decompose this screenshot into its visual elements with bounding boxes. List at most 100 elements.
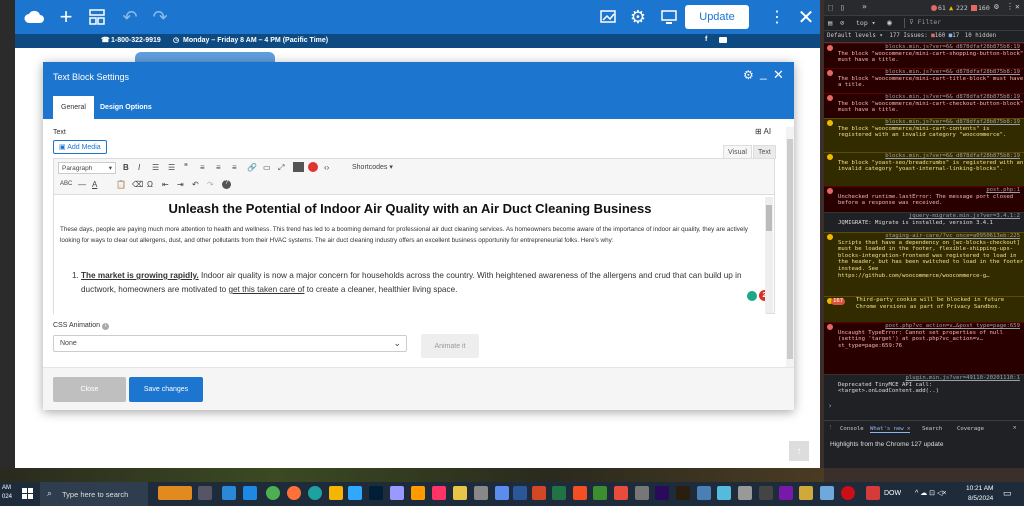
devtools-settings-icon[interactable]: ⚙: [994, 2, 999, 11]
grammar-check-icon[interactable]: [747, 291, 757, 301]
eye-icon[interactable]: ◉: [887, 18, 892, 27]
source-link[interactable]: blocks.min.js?ver=6&_d878dfaf28b875b8:19: [838, 69, 1024, 76]
taskbar-app-icon[interactable]: [717, 486, 731, 500]
default-levels-dropdown[interactable]: Default levels ▾: [827, 33, 883, 39]
scroll-to-top-button[interactable]: ↑: [789, 441, 809, 461]
close-button[interactable]: Close: [53, 377, 126, 402]
toolbar-toggle-icon[interactable]: [293, 162, 304, 172]
inspect-icon[interactable]: ⬚: [828, 3, 833, 12]
word-icon[interactable]: [513, 486, 527, 500]
opera-icon[interactable]: [841, 486, 855, 500]
tab-design-options[interactable]: Design Options: [92, 96, 160, 119]
console-prompt[interactable]: ›: [828, 402, 832, 410]
paste-text-icon[interactable]: 📋: [116, 180, 126, 189]
taskbar-app-icon[interactable]: [697, 486, 711, 500]
source-link[interactable]: staging-air-care/?vc_once=a0950613eb:225: [838, 233, 1024, 240]
drawer-menu-icon[interactable]: ⋮: [828, 425, 834, 431]
bullet-list-icon[interactable]: ☰: [152, 163, 159, 172]
info-icon[interactable]: i: [102, 323, 110, 330]
task-view-icon[interactable]: [198, 486, 212, 500]
horizontal-line-icon[interactable]: —: [78, 180, 86, 189]
photoshop-icon[interactable]: [348, 486, 362, 500]
italic-icon[interactable]: I: [138, 163, 140, 172]
firefox-icon[interactable]: [287, 486, 301, 500]
tab-text[interactable]: Text: [753, 145, 776, 159]
console-message[interactable]: post.php:1 Unchecked runtime.lastError: T…: [824, 186, 1024, 212]
device-toggle-icon[interactable]: ▯: [840, 3, 845, 12]
fullscreen-icon[interactable]: ⤢: [278, 163, 284, 173]
editor-content[interactable]: Unleash the Potential of Indoor Air Qual…: [54, 196, 766, 314]
after-effects-icon[interactable]: [390, 486, 404, 500]
source-link[interactable]: post.php:1: [838, 187, 1024, 194]
redo-icon[interactable]: ↷: [149, 6, 171, 28]
facebook-icon[interactable]: f: [705, 36, 707, 43]
taskbar-app-icon[interactable]: [799, 486, 813, 500]
update-button[interactable]: Update: [685, 5, 749, 29]
clear-console-icon[interactable]: ⊘: [840, 19, 844, 27]
taskbar-app-icon[interactable]: [474, 486, 488, 500]
taskbar-app-icon[interactable]: [635, 486, 649, 500]
modal-scrollbar[interactable]: [786, 127, 794, 367]
illustrator-icon[interactable]: [411, 486, 425, 500]
bridge-icon[interactable]: [676, 486, 690, 500]
photoshop-icon[interactable]: [369, 486, 383, 500]
chrome-icon[interactable]: [266, 486, 280, 500]
source-link[interactable]: blocks.min.js?ver=6&_d878dfaf28b875b8:19: [838, 119, 1024, 126]
blockquote-icon[interactable]: “: [184, 162, 188, 171]
text-color-icon[interactable]: A: [92, 180, 97, 189]
taskbar-app-icon[interactable]: [573, 486, 587, 500]
undo-editor-icon[interactable]: ↶: [192, 180, 199, 189]
taskbar-app-icon[interactable]: [158, 486, 192, 500]
warning-count[interactable]: 222: [956, 4, 968, 12]
align-right-icon[interactable]: ≡: [232, 163, 237, 172]
taskbar-app-icon[interactable]: [820, 486, 834, 500]
clear-formatting-icon[interactable]: ⌫: [132, 180, 143, 189]
system-tray-icons[interactable]: ^ ☁ ⊡ ◁×: [915, 489, 946, 497]
minimize-icon[interactable]: _: [760, 66, 767, 80]
console-message[interactable]: blocks.min.js?ver=6&_d878dfaf28b875b8:19…: [824, 43, 1024, 68]
taskbar-date[interactable]: 8/5/2024: [968, 495, 993, 502]
source-link[interactable]: blocks.min.js?ver=6&_d878dfaf28b875b8:19: [838, 94, 1024, 101]
filter-input[interactable]: ⊽ Filter: [904, 18, 1014, 28]
help-icon[interactable]: ?: [222, 180, 231, 189]
css-animation-select[interactable]: None ⌄: [53, 335, 407, 352]
taskbar-app-icon[interactable]: [614, 486, 628, 500]
console-message[interactable]: blocks.min.js?ver=6&_d878dfaf28b875b8:19…: [824, 152, 1024, 186]
taskbar-search-box[interactable]: ⌕ Type here to search: [40, 482, 148, 506]
devtools-close-icon[interactable]: ✕: [1015, 2, 1020, 11]
taskbar-app-icon[interactable]: [738, 486, 752, 500]
source-link[interactable]: jquery-migrate.min.js?ver=3.4.1:2: [838, 213, 1024, 220]
link-icon[interactable]: 🔗: [247, 163, 257, 172]
stock-ticker[interactable]: DOW: [884, 490, 901, 497]
more-options-icon[interactable]: ⋮: [766, 6, 788, 28]
tab-visual[interactable]: Visual: [723, 145, 752, 159]
source-link[interactable]: blocks.min.js?ver=6&_d878dfaf28b875b8:19: [838, 44, 1024, 51]
premiere-icon[interactable]: [655, 486, 669, 500]
issues-label[interactable]: 177 Issues:: [889, 33, 927, 39]
templates-icon[interactable]: [86, 6, 108, 28]
drawer-tab-console[interactable]: Console: [840, 426, 864, 432]
source-link[interactable]: blocks.min.js?ver=6&_d878dfaf28b875b8:19: [838, 153, 1024, 160]
excel-icon[interactable]: [552, 486, 566, 500]
close-editor-icon[interactable]: ✕: [795, 6, 817, 29]
shortcodes-dropdown[interactable]: Shortcodes ▾: [352, 163, 393, 171]
responsive-preview-icon[interactable]: [658, 6, 680, 28]
info-count[interactable]: 160: [978, 4, 990, 12]
seo-chart-icon[interactable]: [597, 6, 619, 28]
drawer-tab-coverage[interactable]: Coverage: [957, 426, 984, 432]
taskbar-app-icon[interactable]: [222, 486, 236, 500]
align-left-icon[interactable]: ≡: [200, 163, 205, 172]
edge-icon[interactable]: [308, 486, 322, 500]
error-count[interactable]: 61: [938, 4, 946, 12]
code-icon[interactable]: ‹›: [324, 163, 329, 172]
modal-close-icon[interactable]: ✕: [773, 67, 784, 83]
editor-scrollbar[interactable]: [765, 197, 773, 313]
devtools-more-icon[interactable]: ⋮: [1006, 2, 1014, 11]
ai-button[interactable]: ⊞ AI: [755, 127, 771, 136]
add-element-icon[interactable]: +: [55, 4, 77, 29]
sidebar-toggle-icon[interactable]: ▤: [828, 19, 832, 27]
taskbar-app-icon[interactable]: [593, 486, 607, 500]
modal-settings-icon[interactable]: ⚙: [743, 68, 754, 82]
onenote-icon[interactable]: [779, 486, 793, 500]
youtube-icon[interactable]: [719, 37, 727, 43]
